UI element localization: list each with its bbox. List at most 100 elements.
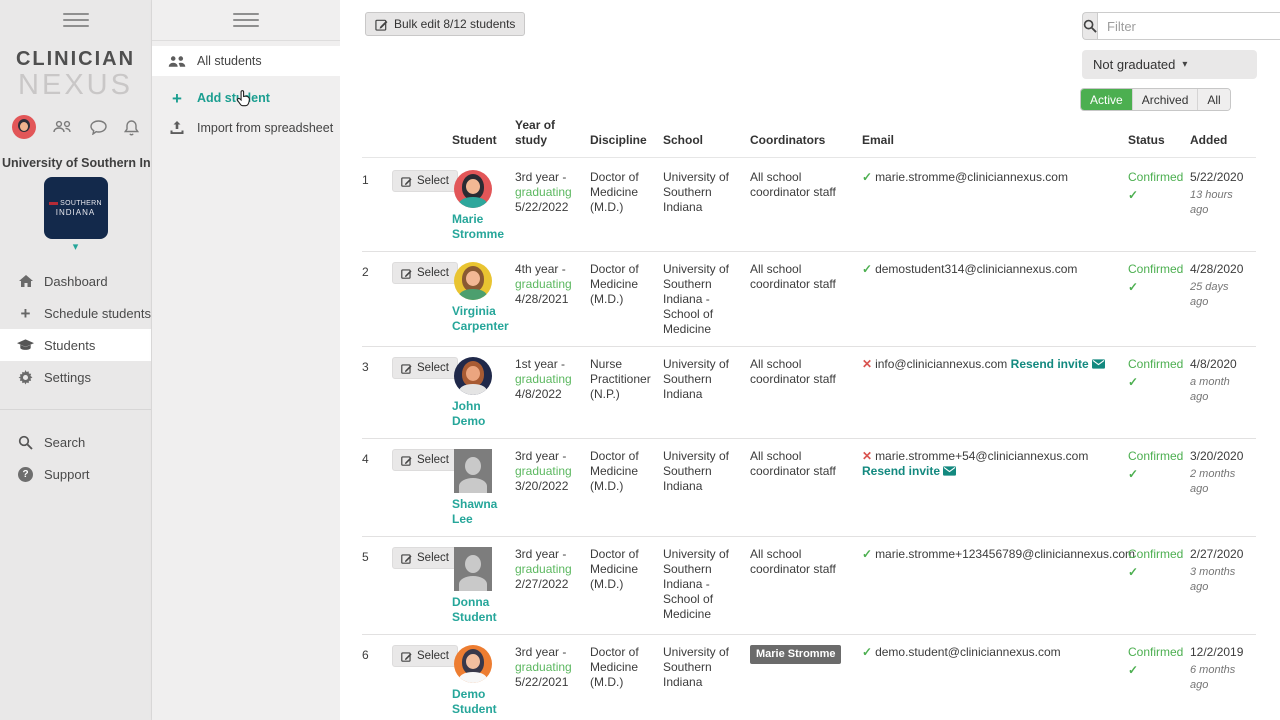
- year-of-study: 3rd year - graduating 3/20/2022: [515, 449, 572, 493]
- email-cell: ✓ marie.stromme@cliniciannexus.com: [862, 170, 1068, 184]
- resend-invite-link[interactable]: Resend invite: [1011, 357, 1106, 371]
- student-name-link[interactable]: Marie Stromme: [452, 212, 511, 242]
- search-icon: [1083, 19, 1097, 33]
- org-logo[interactable]: SOUTHERN INDIANA: [43, 177, 108, 239]
- confirmed-check-icon: ✓: [1128, 467, 1139, 481]
- sidebar-item-support[interactable]: ? Support: [0, 458, 151, 490]
- filter-input[interactable]: [1097, 12, 1280, 40]
- col-header-added: Added: [1190, 133, 1228, 147]
- graduated-filter-dropdown[interactable]: Not graduated ▾: [1082, 50, 1257, 79]
- student-avatar[interactable]: [454, 262, 492, 300]
- student-name-link[interactable]: Demo Student: [452, 687, 511, 717]
- added-cell: 2/27/2020 3 months ago: [1190, 547, 1244, 593]
- discipline: Doctor of Medicine (M.D.): [590, 170, 639, 214]
- nav-label: Students: [44, 337, 96, 353]
- sidebar-item-schedule-students[interactable]: + Schedule students: [0, 297, 151, 329]
- col-header-status: Status: [1128, 133, 1165, 147]
- org-switcher-caret[interactable]: ▾: [0, 242, 151, 253]
- student-avatar[interactable]: [454, 357, 492, 395]
- email-cell: ✓ demo.student@cliniciannexus.com: [862, 645, 1061, 659]
- email-cell: ✓ demostudent314@cliniciannexus.com: [862, 262, 1078, 276]
- tab-active[interactable]: Active: [1081, 89, 1133, 110]
- table-row: 1 Select Marie Stromme 3rd year - gradua…: [362, 160, 1256, 252]
- coordinators: Marie Stromme: [750, 645, 862, 717]
- confirmed-check-icon: ✓: [1128, 188, 1139, 202]
- edit-icon: [401, 363, 412, 374]
- user-avatar[interactable]: [12, 115, 36, 139]
- student-avatar-placeholder[interactable]: [454, 547, 492, 591]
- nav-label: Search: [44, 434, 86, 450]
- sidebar-icon-row: [0, 115, 151, 139]
- col-header-email: Email: [862, 133, 895, 147]
- sidebar-item-students[interactable]: Students: [0, 329, 151, 361]
- subnav-item-add-student[interactable]: + Add student: [152, 83, 340, 113]
- year-of-study: 4th year - graduating 4/28/2021: [515, 262, 572, 306]
- tab-all[interactable]: All: [1198, 89, 1230, 110]
- student-name-link[interactable]: Virginia Carpenter: [452, 304, 511, 334]
- subnav-hamburger-icon[interactable]: [233, 13, 259, 27]
- school: University of Southern Indiana - School …: [663, 262, 730, 336]
- sidebar-divider: [0, 409, 151, 410]
- status-tab-group: Active Archived All: [1080, 88, 1231, 111]
- table-row: 2 Select Virginia Carpenter 4th year - g…: [362, 252, 1256, 347]
- subnav-item-all-students[interactable]: All students: [152, 46, 340, 76]
- org-name[interactable]: University of Southern In...: [0, 156, 151, 170]
- confirmed-check-icon: ✓: [1128, 663, 1139, 677]
- discipline: Nurse Practitioner (N.P.): [590, 357, 651, 401]
- nav-label: Support: [44, 466, 90, 482]
- resend-invite-link[interactable]: Resend invite: [862, 464, 957, 478]
- discipline: Doctor of Medicine (M.D.): [590, 547, 639, 591]
- sidebar-item-search[interactable]: Search: [0, 426, 151, 458]
- school: University of Southern Indiana: [663, 357, 730, 401]
- subnav-item-import-spreadsheet[interactable]: Import from spreadsheet: [152, 113, 340, 143]
- added-cell: 4/28/2020 25 days ago: [1190, 262, 1244, 308]
- students-main: Bulk edit 8/12 students Not graduated ▾ …: [340, 0, 1280, 720]
- table-row: 3 Select John Demo 1st year - graduating…: [362, 347, 1256, 439]
- select-button[interactable]: Select: [392, 645, 458, 667]
- status-cell: Confirmed ✓: [1128, 262, 1184, 294]
- select-button[interactable]: Select: [392, 547, 458, 569]
- tab-archived[interactable]: Archived: [1132, 89, 1199, 110]
- student-avatar[interactable]: [454, 645, 492, 683]
- sidebar-nav: Dashboard + Schedule students Students S…: [0, 265, 151, 393]
- brand-logo: CLINICIAN NEXUS: [0, 49, 151, 100]
- select-button[interactable]: Select: [392, 449, 458, 471]
- coordinators: All school coordinator staff: [750, 449, 836, 478]
- student-avatar-placeholder[interactable]: [454, 449, 492, 493]
- group-icon: [168, 55, 186, 68]
- select-button[interactable]: Select: [392, 262, 458, 284]
- edit-icon: [401, 553, 412, 564]
- sidebar-hamburger-icon[interactable]: [62, 13, 89, 27]
- coordinator-badge[interactable]: Marie Stromme: [750, 645, 842, 664]
- email-verified-icon: ✓: [862, 170, 873, 184]
- usi-logo-text2: INDIANA: [55, 207, 96, 217]
- students-table: 1 Select Marie Stromme 3rd year - gradua…: [362, 160, 1256, 720]
- app-window: CLINICIAN NEXUS University of Southern I…: [0, 0, 1280, 720]
- sidebar-item-settings[interactable]: Settings: [0, 361, 151, 393]
- people-icon[interactable]: [53, 120, 73, 134]
- year-of-study: 3rd year - graduating 5/22/2022: [515, 170, 572, 214]
- chat-icon[interactable]: [90, 119, 107, 135]
- bulk-edit-button[interactable]: Bulk edit 8/12 students: [365, 12, 526, 36]
- year-of-study: 3rd year - graduating 2/27/2022: [515, 547, 572, 591]
- email-cell: ✓ marie.stromme+123456789@cliniciannexus.…: [862, 547, 1136, 561]
- search-button[interactable]: [1082, 12, 1097, 40]
- row-number: 6: [362, 648, 369, 662]
- coordinators: All school coordinator staff: [750, 547, 836, 576]
- coordinators: All school coordinator staff: [750, 170, 836, 199]
- added-cell: 4/8/2020 a month ago: [1190, 357, 1237, 403]
- select-button[interactable]: Select: [392, 170, 458, 192]
- brand-line2: NEXUS: [18, 69, 133, 101]
- brand-line1: CLINICIAN: [15, 48, 136, 70]
- student-avatar[interactable]: [454, 170, 492, 208]
- added-cell: 12/2/2019 6 months ago: [1190, 645, 1244, 691]
- sidebar-item-dashboard[interactable]: Dashboard: [0, 265, 151, 297]
- select-button[interactable]: Select: [392, 357, 458, 379]
- notifications-icon[interactable]: [124, 119, 139, 136]
- coordinators: All school coordinator staff: [750, 262, 836, 291]
- email-verified-icon: ✓: [862, 547, 873, 561]
- student-name-link[interactable]: John Demo: [452, 399, 511, 429]
- table-row: 6 Select Demo Student 3rd year - graduat…: [362, 635, 1256, 720]
- student-name-link[interactable]: Shawna Lee: [452, 497, 511, 527]
- student-name-link[interactable]: Donna Student: [452, 595, 511, 625]
